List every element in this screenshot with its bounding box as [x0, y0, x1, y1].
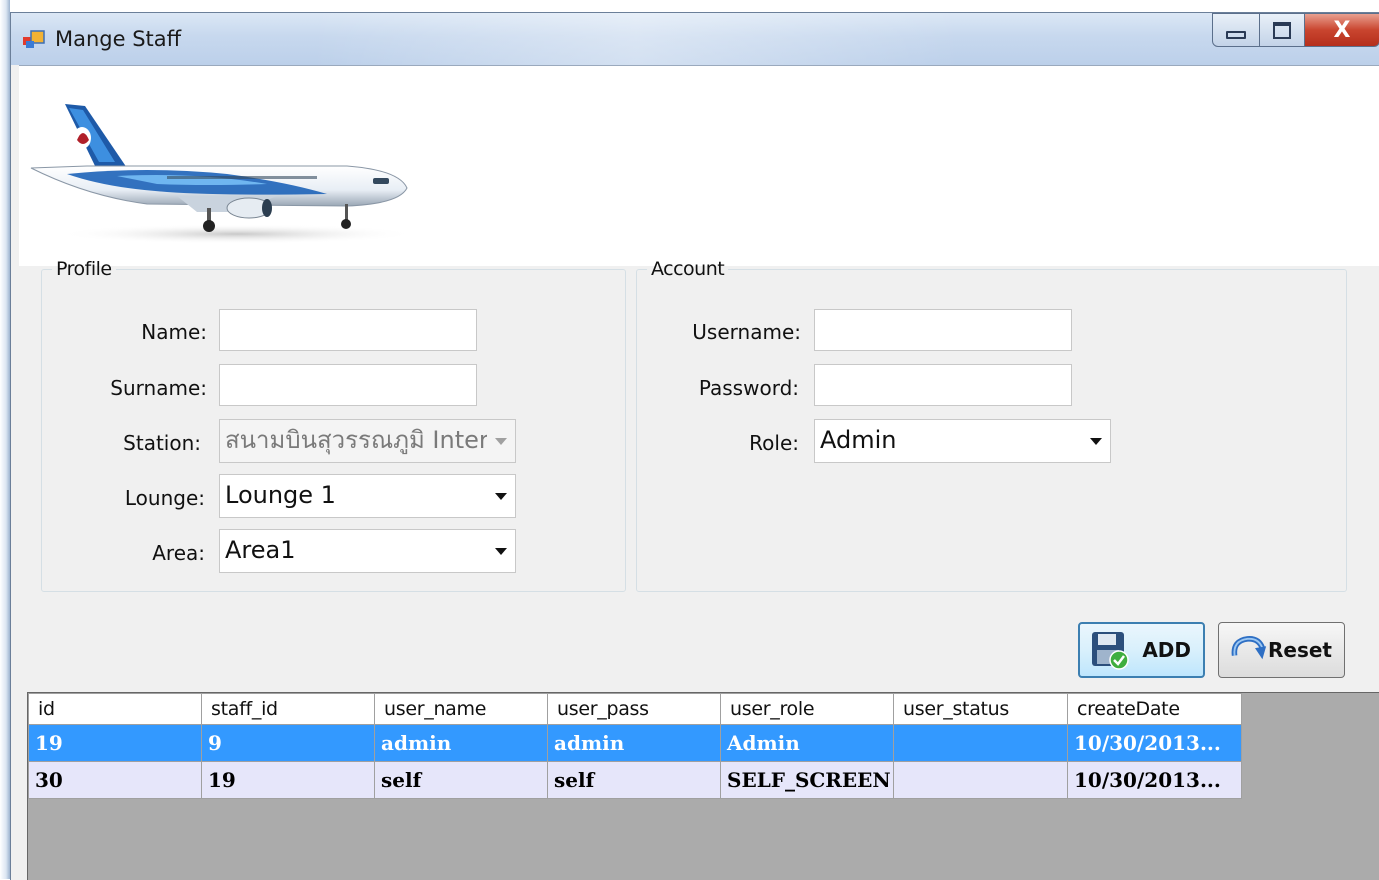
table-row[interactable]: 19 9 admin admin Admin 10/30/2013...	[28, 724, 1242, 762]
lounge-dropdown[interactable]: Lounge 1	[219, 474, 516, 518]
window-title: Mange Staff	[55, 27, 182, 51]
floppy-disk-check-icon	[1092, 632, 1129, 670]
column-header-user-status[interactable]: user_status	[893, 693, 1068, 725]
airplane-image	[30, 104, 417, 244]
chevron-down-icon	[495, 493, 507, 500]
station-value: สนามบินสุวรรณภูมิ Inter	[225, 426, 487, 454]
refresh-arrow-icon	[1231, 636, 1267, 660]
lounge-value: Lounge 1	[225, 481, 336, 509]
chevron-down-icon	[495, 438, 507, 445]
username-input[interactable]	[814, 309, 1072, 351]
minimize-icon	[1226, 31, 1246, 39]
chevron-down-icon	[1090, 438, 1102, 445]
cell-create-date[interactable]: 10/30/2013...	[1067, 724, 1242, 762]
cell-user-status[interactable]	[893, 724, 1068, 762]
station-label: Station:	[123, 431, 201, 455]
password-label: Password:	[698, 376, 799, 400]
column-header-create-date[interactable]: createDate	[1067, 693, 1242, 725]
column-header-id[interactable]: id	[28, 693, 202, 725]
staff-grid[interactable]: id staff_id user_name user_pass user_rol…	[28, 693, 1242, 799]
manage-staff-window: Mange Staff X Profile Name: Surname: Sta…	[10, 12, 1379, 880]
reset-label: Reset	[1268, 638, 1332, 662]
area-value: Area1	[225, 536, 296, 564]
password-input[interactable]	[814, 364, 1072, 406]
cell-user-name[interactable]: self	[374, 761, 548, 799]
app-icon	[23, 30, 45, 48]
minimize-button[interactable]	[1212, 13, 1260, 47]
area-dropdown[interactable]: Area1	[219, 529, 516, 573]
name-label: Name:	[141, 320, 207, 344]
role-value: Admin	[820, 426, 897, 454]
close-button[interactable]: X	[1304, 13, 1379, 47]
role-dropdown[interactable]: Admin	[814, 419, 1111, 463]
cell-create-date[interactable]: 10/30/2013...	[1067, 761, 1242, 799]
cell-id[interactable]: 19	[28, 724, 202, 762]
account-legend: Account	[651, 258, 725, 280]
surname-label: Surname:	[110, 376, 207, 400]
table-row[interactable]: 30 19 self self SELF_SCREEN 10/30/2013..…	[28, 761, 1242, 799]
lounge-label: Lounge:	[124, 486, 205, 510]
cell-user-role[interactable]: SELF_SCREEN	[720, 761, 894, 799]
name-input[interactable]	[219, 309, 477, 351]
cell-id[interactable]: 30	[28, 761, 202, 799]
maximize-button[interactable]	[1259, 13, 1305, 47]
column-header-user-role[interactable]: user_role	[720, 693, 894, 725]
maximize-icon	[1273, 21, 1291, 39]
desktop-edge	[0, 0, 10, 879]
station-dropdown: สนามบินสุวรรณภูมิ Inter	[219, 419, 516, 463]
client-area: Profile Name: Surname: Station: สนามบินส…	[19, 65, 1379, 880]
column-header-staff-id[interactable]: staff_id	[201, 693, 375, 725]
username-label: Username:	[692, 320, 801, 344]
column-header-user-pass[interactable]: user_pass	[547, 693, 721, 725]
surname-input[interactable]	[219, 364, 477, 406]
chevron-down-icon	[495, 548, 507, 555]
cell-user-name[interactable]: admin	[374, 724, 548, 762]
title-bar[interactable]: Mange Staff X	[11, 13, 1379, 65]
add-label: ADD	[1142, 638, 1191, 662]
grid-header-row: id staff_id user_name user_pass user_rol…	[28, 693, 1242, 725]
cell-user-pass[interactable]: admin	[547, 724, 721, 762]
header-banner	[19, 66, 1379, 266]
cell-user-status[interactable]	[893, 761, 1068, 799]
area-label: Area:	[152, 541, 205, 565]
close-icon: X	[1333, 17, 1351, 43]
cell-user-pass[interactable]: self	[547, 761, 721, 799]
role-label: Role:	[749, 431, 799, 455]
cell-staff-id[interactable]: 19	[201, 761, 375, 799]
add-button[interactable]: ADD	[1078, 622, 1205, 678]
column-header-user-name[interactable]: user_name	[374, 693, 548, 725]
cell-staff-id[interactable]: 9	[201, 724, 375, 762]
profile-legend: Profile	[56, 258, 112, 280]
reset-button[interactable]: Reset	[1218, 622, 1345, 678]
cell-user-role[interactable]: Admin	[720, 724, 894, 762]
